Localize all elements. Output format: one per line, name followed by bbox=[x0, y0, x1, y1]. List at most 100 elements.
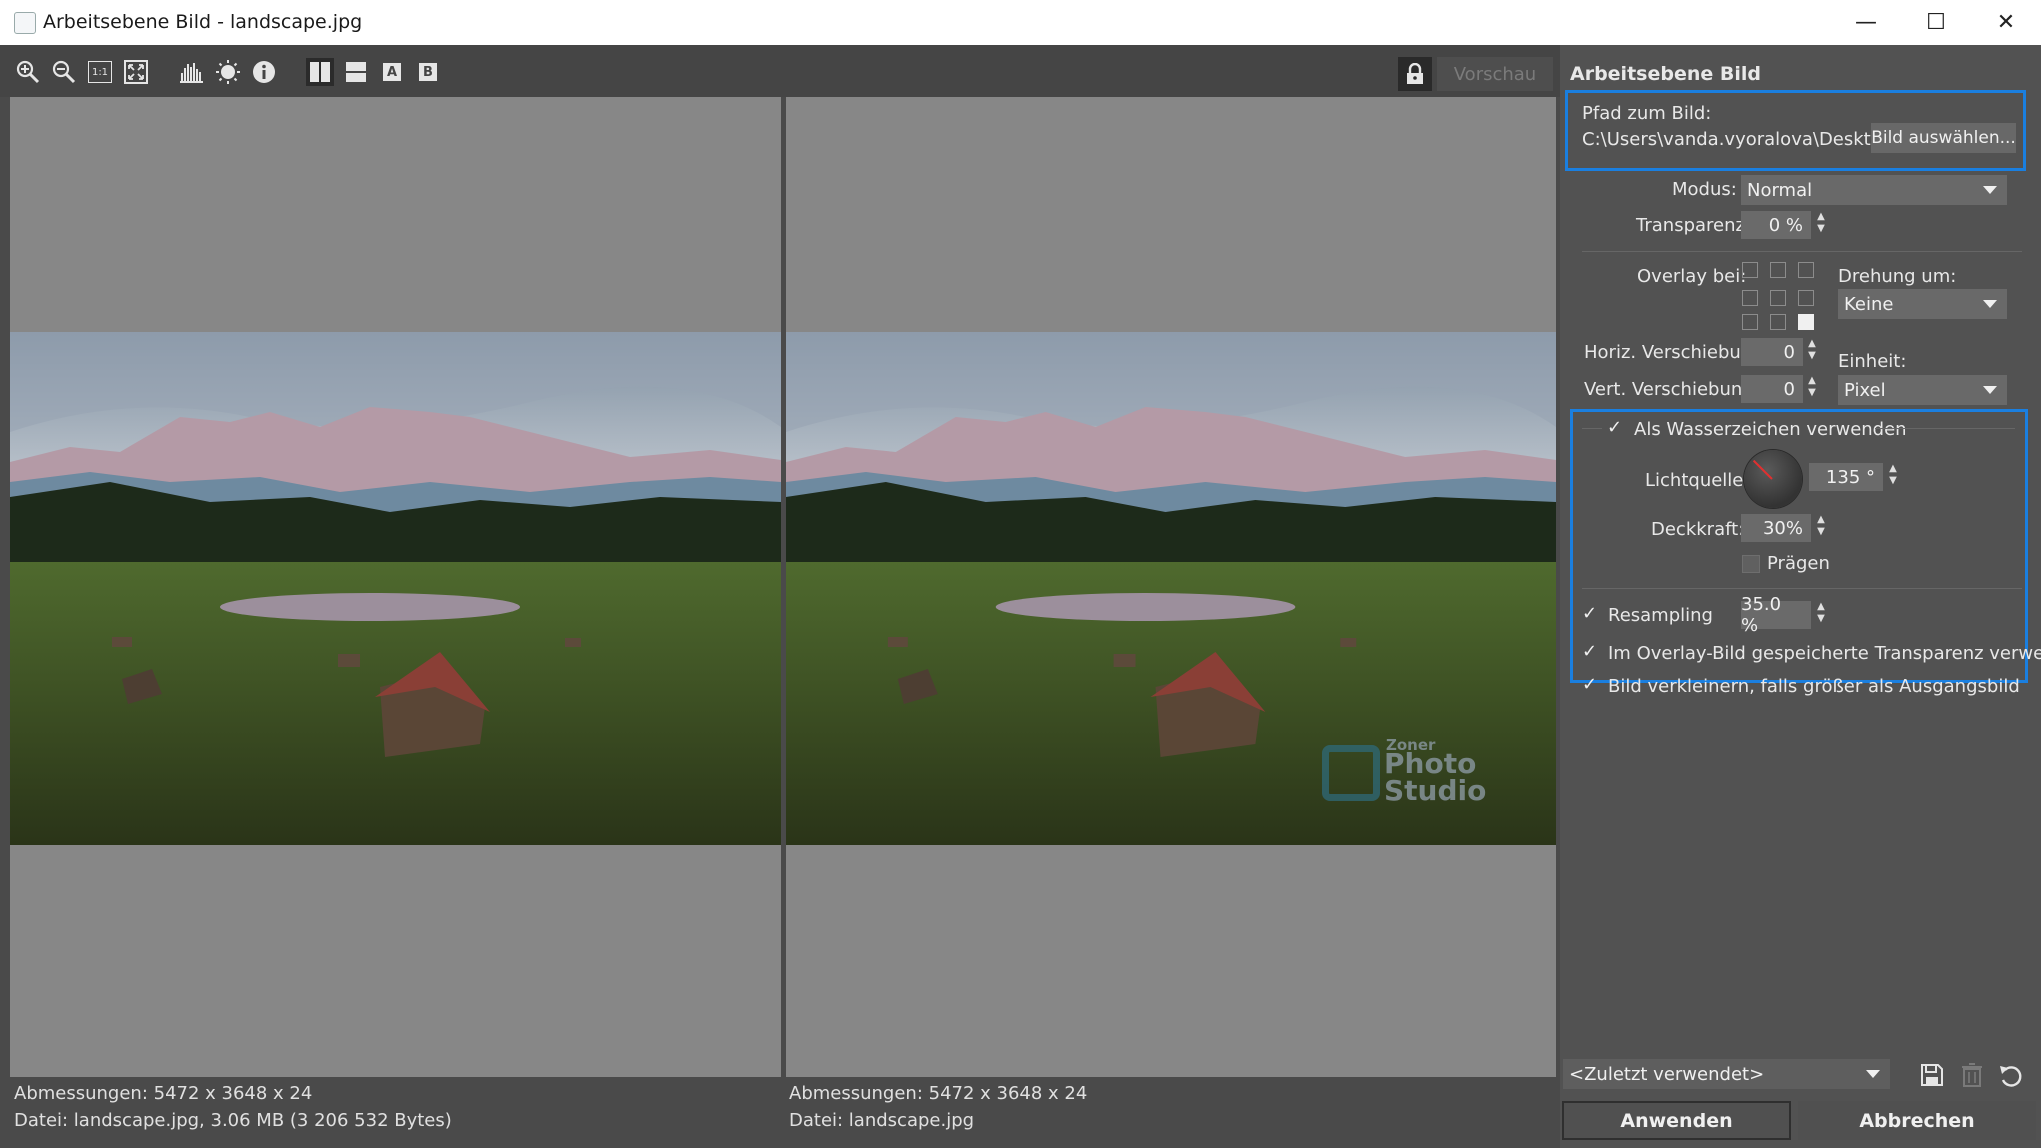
modus-select[interactable]: Normal bbox=[1741, 175, 2007, 205]
chevron-down-icon bbox=[1866, 1070, 1880, 1078]
einheit-select[interactable]: Pixel bbox=[1838, 375, 2007, 405]
reset-icon[interactable] bbox=[1997, 1062, 2025, 1088]
overlay-transparency-label: Im Overlay-Bild gespeicherte Transparenz… bbox=[1608, 643, 2041, 664]
deckkraft-input[interactable]: 30% bbox=[1741, 514, 1811, 542]
delete-preset-icon[interactable] bbox=[1960, 1062, 1984, 1088]
anchor-top-right[interactable] bbox=[1798, 262, 1814, 278]
separator bbox=[1582, 428, 1602, 429]
einheit-value: Pixel bbox=[1844, 379, 1886, 401]
lock-icon[interactable] bbox=[1398, 57, 1432, 91]
preset-select[interactable]: <Zuletzt verwendet> bbox=[1563, 1059, 1890, 1089]
lichtquelle-input[interactable]: 135 ° bbox=[1809, 463, 1883, 491]
watermark-logo-icon bbox=[1322, 745, 1380, 801]
panel-heading: Arbeitsebene Bild bbox=[1570, 63, 1761, 85]
lichtquelle-label: Lichtquelle: bbox=[1645, 470, 1750, 491]
exposure-icon[interactable] bbox=[214, 58, 242, 86]
watermark-label: Als Wasserzeichen verwenden bbox=[1634, 419, 1907, 440]
transparenz-label: Transparenz: bbox=[1636, 215, 1752, 236]
fit-to-window-icon[interactable] bbox=[122, 58, 150, 86]
zoom-out-icon[interactable] bbox=[50, 58, 78, 86]
settings-panel: Arbeitsebene Bild Pfad zum Bild: C:\User… bbox=[1560, 45, 2041, 1148]
path-label: Pfad zum Bild: bbox=[1582, 103, 1712, 124]
horiz-input[interactable]: 0 bbox=[1741, 338, 1803, 366]
original-file-info: Datei: landscape.jpg, 3.06 MB (3 206 532… bbox=[14, 1110, 452, 1131]
chevron-down-icon bbox=[1983, 386, 1997, 394]
result-preview-pane[interactable]: Zoner Photo Studio bbox=[786, 97, 1556, 1077]
result-file-info: Datei: landscape.jpg bbox=[789, 1110, 975, 1131]
light-angle-dial[interactable] bbox=[1744, 450, 1802, 508]
split-vertical-icon[interactable] bbox=[306, 58, 334, 86]
deckkraft-stepper[interactable]: ▲ ▼ bbox=[1814, 514, 1828, 542]
original-dimensions: Abmessungen: 5472 x 3648 x 24 bbox=[14, 1083, 313, 1104]
overlay-transparency-checkbox[interactable]: ✓ bbox=[1582, 643, 1600, 661]
resampling-stepper[interactable]: ▲ ▼ bbox=[1814, 601, 1828, 629]
separator bbox=[1582, 251, 2022, 252]
zoom-1to1-label: 1:1 bbox=[88, 61, 112, 83]
view-b-label: B bbox=[419, 63, 437, 81]
original-photo bbox=[10, 332, 781, 845]
zoom-in-icon[interactable] bbox=[14, 58, 42, 86]
anchor-middle-left[interactable] bbox=[1742, 290, 1758, 306]
maximize-button[interactable]: ☐ bbox=[1901, 0, 1971, 45]
save-preset-icon[interactable] bbox=[1919, 1062, 1945, 1088]
preset-value: <Zuletzt verwendet> bbox=[1569, 1063, 1765, 1085]
resampling-checkbox[interactable]: ✓ bbox=[1582, 605, 1600, 623]
window-title: Arbeitsebene Bild - landscape.jpg bbox=[43, 11, 363, 33]
anchor-bottom-center[interactable] bbox=[1770, 314, 1786, 330]
chevron-down-icon bbox=[1983, 300, 1997, 308]
modus-label: Modus: bbox=[1672, 179, 1737, 200]
shrink-label: Bild verkleinern, falls größer als Ausga… bbox=[1608, 676, 2020, 697]
title-bar: Arbeitsebene Bild - landscape.jpg — ☐ ✕ bbox=[0, 0, 2041, 45]
deckkraft-label: Deckkraft: bbox=[1651, 519, 1745, 540]
lichtquelle-stepper[interactable]: ▲ ▼ bbox=[1886, 463, 1900, 491]
path-value: C:\Users\vanda.vyoralova\Deskt... bbox=[1582, 129, 1888, 150]
anchor-middle-center[interactable] bbox=[1770, 290, 1786, 306]
result-status: Abmessungen: 5472 x 3648 x 24 Datei: lan… bbox=[783, 1078, 1556, 1148]
anchor-middle-right[interactable] bbox=[1798, 290, 1814, 306]
watermark-checkbox[interactable]: ✓ bbox=[1607, 419, 1625, 437]
transparenz-stepper[interactable]: ▲ ▼ bbox=[1814, 211, 1828, 239]
overlay-label: Overlay bei: bbox=[1637, 266, 1747, 287]
drehung-label: Drehung um: bbox=[1838, 266, 1957, 287]
drehung-select[interactable]: Keine bbox=[1838, 289, 2007, 319]
horiz-label: Horiz. Verschiebu... bbox=[1584, 342, 1758, 363]
praegen-label: Prägen bbox=[1767, 553, 1830, 574]
horiz-stepper[interactable]: ▲ ▼ bbox=[1805, 338, 1819, 366]
modus-value: Normal bbox=[1747, 179, 1813, 201]
einheit-label: Einheit: bbox=[1838, 351, 1907, 372]
info-icon[interactable] bbox=[250, 58, 278, 86]
overlay-anchor-grid[interactable] bbox=[1742, 262, 1814, 332]
apply-button[interactable]: Anwenden bbox=[1562, 1101, 1791, 1140]
choose-image-button[interactable]: Bild auswählen... bbox=[1871, 123, 2016, 153]
split-horizontal-icon[interactable] bbox=[342, 58, 370, 86]
anchor-top-left[interactable] bbox=[1742, 262, 1758, 278]
drehung-value: Keine bbox=[1844, 293, 1894, 315]
minimize-button[interactable]: — bbox=[1831, 0, 1901, 45]
separator bbox=[1875, 428, 2015, 429]
original-preview-pane[interactable] bbox=[10, 97, 781, 1077]
close-button[interactable]: ✕ bbox=[1971, 0, 2041, 45]
watermark-highlight-box bbox=[1570, 409, 2028, 683]
shrink-checkbox[interactable]: ✓ bbox=[1582, 676, 1600, 694]
anchor-bottom-left[interactable] bbox=[1742, 314, 1758, 330]
anchor-bottom-right[interactable] bbox=[1798, 314, 1814, 330]
transparenz-input[interactable]: 0 % bbox=[1741, 211, 1811, 239]
anchor-top-center[interactable] bbox=[1770, 262, 1786, 278]
view-a-label: A bbox=[383, 63, 401, 81]
histogram-icon[interactable] bbox=[178, 58, 206, 86]
zoom-1to1-icon[interactable]: 1:1 bbox=[86, 58, 114, 86]
preview-button[interactable]: Vorschau bbox=[1437, 57, 1553, 91]
watermark-text-line2: Studio bbox=[1384, 774, 1487, 807]
result-photo: Zoner Photo Studio bbox=[786, 332, 1556, 845]
vert-label: Vert. Verschiebun... bbox=[1584, 379, 1760, 400]
chevron-down-icon bbox=[1983, 186, 1997, 194]
vert-stepper[interactable]: ▲ ▼ bbox=[1805, 375, 1819, 403]
app-icon bbox=[14, 12, 36, 34]
praegen-checkbox[interactable] bbox=[1742, 555, 1760, 573]
view-a-button[interactable]: A bbox=[378, 58, 406, 86]
separator bbox=[1582, 588, 2022, 589]
resampling-input[interactable]: 35.0 % bbox=[1741, 594, 1811, 636]
cancel-button[interactable]: Abbrechen bbox=[1798, 1101, 2036, 1140]
view-b-button[interactable]: B bbox=[414, 58, 442, 86]
vert-input[interactable]: 0 bbox=[1741, 375, 1803, 403]
